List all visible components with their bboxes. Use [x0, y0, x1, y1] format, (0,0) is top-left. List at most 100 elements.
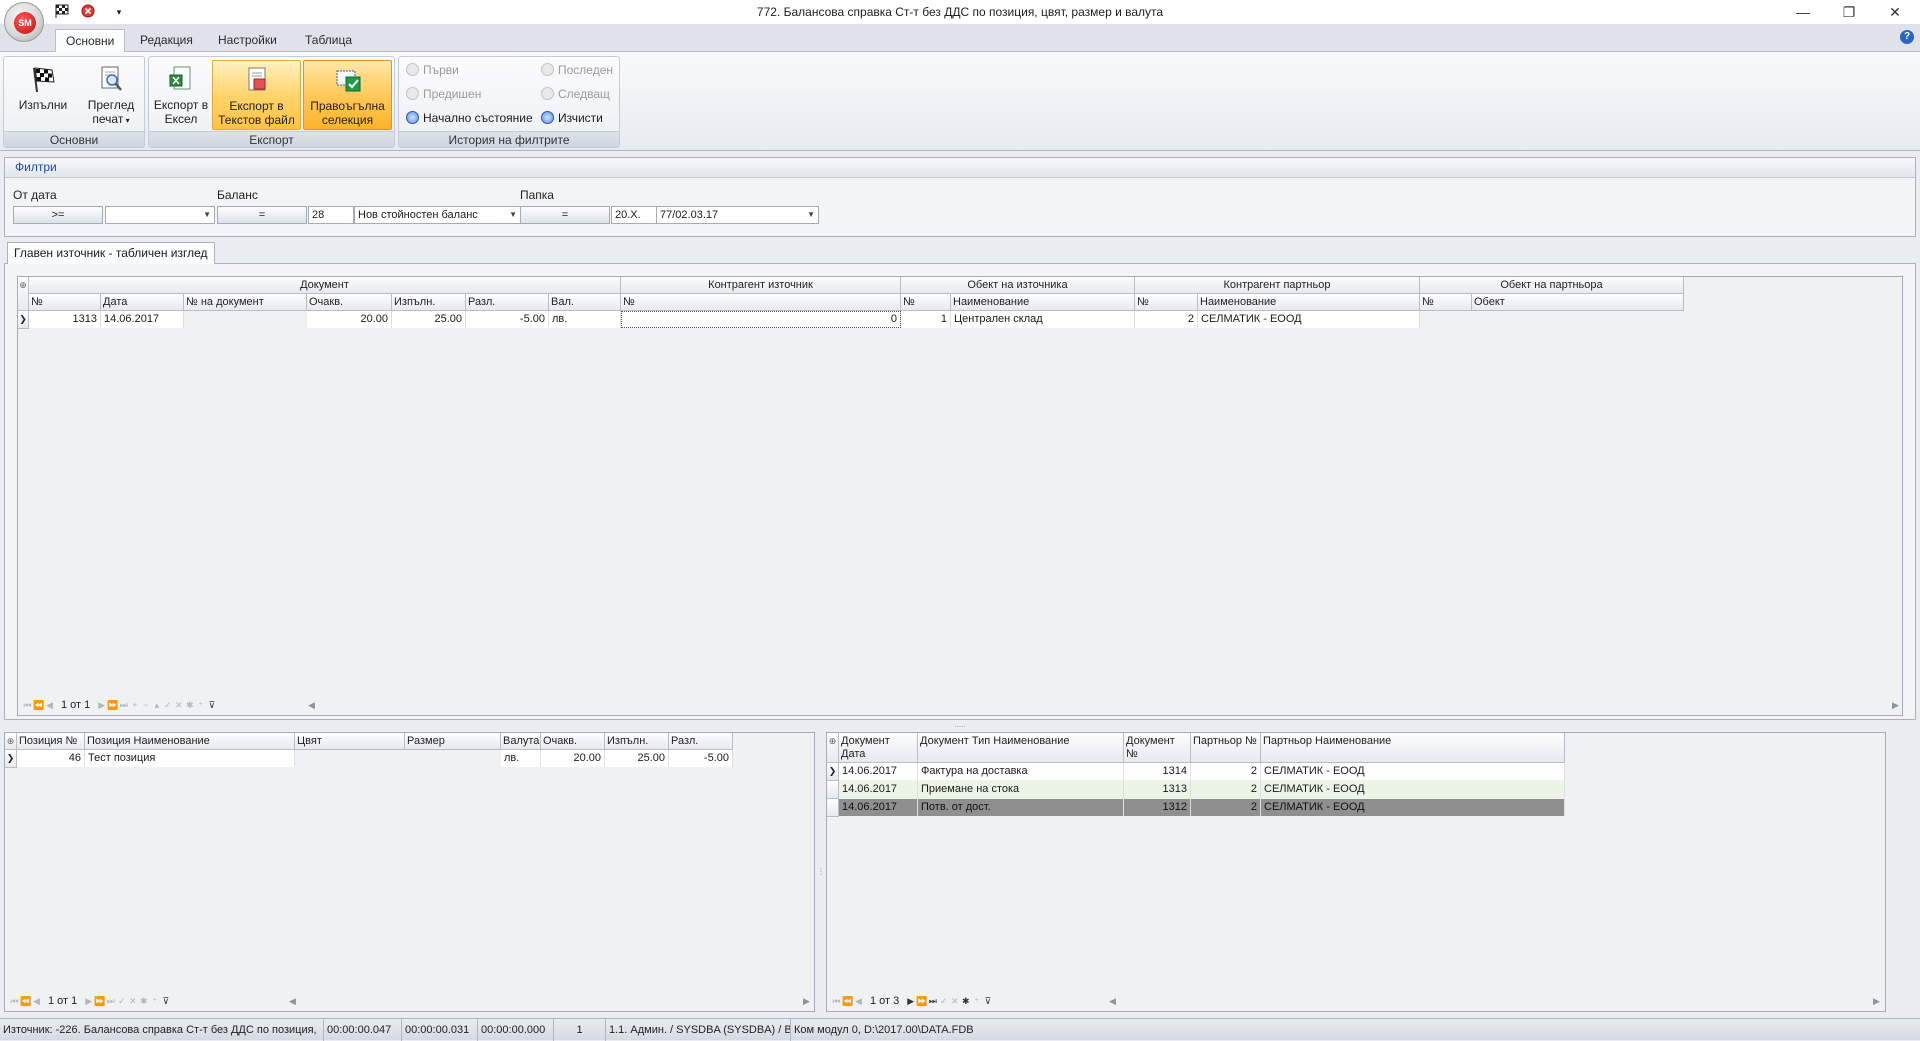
customize-arrow-icon[interactable]: ▾ [111, 4, 127, 20]
band-source-object[interactable]: Обект на източника [901, 277, 1135, 294]
nav-next-icon[interactable]: ▶ [905, 993, 916, 1009]
cell[interactable]: 25.00 [605, 750, 669, 767]
col-position-name[interactable]: Позиция Наименование [85, 733, 295, 750]
nav-refresh-icon[interactable]: ✱ [184, 697, 195, 713]
minimize-button[interactable]: — [1780, 0, 1826, 24]
cell[interactable]: 2 [1191, 781, 1261, 798]
cell[interactable]: лв. [501, 750, 541, 767]
cell[interactable]: Тест позиция [85, 750, 295, 767]
nav-delete-icon[interactable]: − [140, 697, 151, 713]
close-button[interactable]: ✕ [1872, 0, 1918, 24]
export-text-file-button[interactable]: Експорт в Текстов файл [212, 60, 301, 130]
nav-post-icon[interactable]: ✓ [938, 993, 949, 1009]
col-partner-object-number[interactable]: № [1420, 294, 1472, 311]
cell[interactable]: 1313 [29, 311, 101, 328]
cell[interactable]: 46 [17, 750, 85, 767]
col-partner-number[interactable]: Партньор № [1191, 733, 1261, 763]
cell[interactable]: Фактура на доставка [918, 763, 1124, 780]
cell[interactable]: 14.06.2017 [101, 311, 184, 328]
nav-prev-icon[interactable]: ◀ [853, 993, 864, 1009]
col-currency[interactable]: Вал. [549, 294, 621, 311]
nav-filter-icon[interactable]: ⊽ [982, 993, 993, 1009]
cell[interactable]: 2 [1191, 799, 1261, 816]
chevron-down-icon[interactable]: ▼ [807, 207, 815, 223]
col-partner-object[interactable]: Обект [1472, 294, 1684, 311]
tab-table[interactable]: Таблица [295, 29, 362, 52]
nav-filter-icon[interactable]: ⊽ [160, 993, 171, 1009]
nav-add-icon[interactable]: + [129, 697, 140, 713]
cell[interactable]: -5.00 [669, 750, 733, 767]
scroll-left-icon[interactable]: ◀ [289, 993, 296, 1009]
nav-first-icon[interactable]: ⏮ [831, 993, 842, 1009]
nav-bookmark-icon[interactable]: ⁺ [971, 993, 982, 1009]
scroll-right-icon[interactable]: ▶ [1873, 993, 1880, 1009]
nav-prev-page-icon[interactable]: ⏪ [842, 993, 853, 1009]
cell[interactable]: 14.06.2017 [839, 781, 918, 798]
filters-header[interactable]: Филтри [5, 158, 1915, 178]
col-document-date[interactable]: Документ Дата [839, 733, 918, 763]
tab-main-source-table[interactable]: Главен източник - табличен изглед [7, 242, 215, 264]
history-clear-button[interactable]: Изчисти [541, 108, 603, 128]
nav-next-icon[interactable]: ▶ [96, 697, 107, 713]
cell[interactable]: СЕЛМАТИК - ЕООД [1198, 311, 1420, 328]
cell[interactable]: 1 [901, 311, 951, 328]
col-partner-number[interactable]: № [1135, 294, 1198, 311]
history-initial-button[interactable]: Начално състояние [406, 108, 533, 128]
nav-last-icon[interactable]: ⏭ [118, 697, 129, 713]
nav-first-icon[interactable]: ⏮ [9, 993, 20, 1009]
nav-cancel-icon[interactable]: ✕ [173, 697, 184, 713]
col-executed[interactable]: Изпълн. [392, 294, 466, 311]
col-expected[interactable]: Очакв. [307, 294, 392, 311]
tab-settings[interactable]: Настройки [208, 29, 287, 52]
from-date-input[interactable]: ▼ [105, 206, 215, 224]
print-preview-button[interactable]: Преглед печат ▾ [80, 60, 142, 130]
cell[interactable]: -5.00 [466, 311, 549, 328]
vertical-splitter[interactable]: ⋮ [817, 732, 825, 1012]
cell[interactable]: 20.00 [541, 750, 605, 767]
nav-filter-icon[interactable]: ⊽ [206, 697, 217, 713]
col-executed[interactable]: Изпълн. [605, 733, 669, 750]
col-partner-name[interactable]: Партньор Наименование [1261, 733, 1565, 763]
cell-focused[interactable]: 0 [621, 311, 901, 328]
col-difference[interactable]: Разл. [669, 733, 733, 750]
cell[interactable]: Потв. от дост. [918, 799, 1124, 816]
nav-bookmark-icon[interactable]: ⁺ [149, 993, 160, 1009]
cell[interactable]: 2 [1191, 763, 1261, 780]
nav-prev-icon[interactable]: ◀ [31, 993, 42, 1009]
rect-selection-button[interactable]: Правоъгълна селекция [303, 60, 392, 130]
cell[interactable]: СЕЛМАТИК - ЕООД [1261, 781, 1565, 798]
documents-grid[interactable]: ⊕ Документ Дата Документ Тип Наименовани… [826, 732, 1886, 1012]
nav-next-page-icon[interactable]: ⏩ [94, 993, 105, 1009]
nav-edit-icon[interactable]: ▴ [151, 697, 162, 713]
history-prev-button[interactable]: Предишен [406, 84, 481, 104]
col-color[interactable]: Цвят [295, 733, 405, 750]
nav-post-icon[interactable]: ✓ [116, 993, 127, 1009]
col-document-number[interactable]: Документ № [1124, 733, 1191, 763]
nav-bookmark-icon[interactable]: ⁺ [195, 697, 206, 713]
tab-edit[interactable]: Редакция [130, 29, 203, 52]
nav-refresh-icon[interactable]: ✱ [138, 993, 149, 1009]
chevron-down-icon[interactable]: ▼ [509, 207, 517, 223]
grid-customize-icon[interactable]: ⊕ [827, 733, 839, 763]
scroll-right-icon[interactable]: ▶ [803, 993, 810, 1009]
app-logo[interactable]: SM [4, 2, 44, 42]
col-partner-name[interactable]: Наименование [1198, 294, 1420, 311]
col-source-object-name[interactable]: Наименование [951, 294, 1135, 311]
cell[interactable]: СЕЛМАТИК - ЕООД [1261, 763, 1565, 780]
restore-button[interactable]: ❐ [1826, 0, 1872, 24]
history-first-button[interactable]: Първи [406, 60, 459, 80]
nav-prev-page-icon[interactable]: ⏪ [33, 697, 44, 713]
history-last-button[interactable]: Последен [541, 60, 613, 80]
horizontal-splitter[interactable]: ..... [0, 721, 1920, 730]
main-source-grid[interactable]: ⊕ Документ Контрагент източник Обект на … [17, 276, 1903, 716]
nav-prev-page-icon[interactable]: ⏪ [20, 993, 31, 1009]
nav-post-icon[interactable]: ✓ [162, 697, 173, 713]
col-doc-number[interactable]: № [29, 294, 101, 311]
close-red-icon[interactable] [80, 4, 96, 20]
nav-next-page-icon[interactable]: ⏩ [916, 993, 927, 1009]
nav-last-icon[interactable]: ⏭ [927, 993, 938, 1009]
nav-last-icon[interactable]: ⏭ [105, 993, 116, 1009]
col-expected[interactable]: Очакв. [541, 733, 605, 750]
tab-basic[interactable]: Основни [55, 29, 126, 52]
nav-next-icon[interactable]: ▶ [83, 993, 94, 1009]
